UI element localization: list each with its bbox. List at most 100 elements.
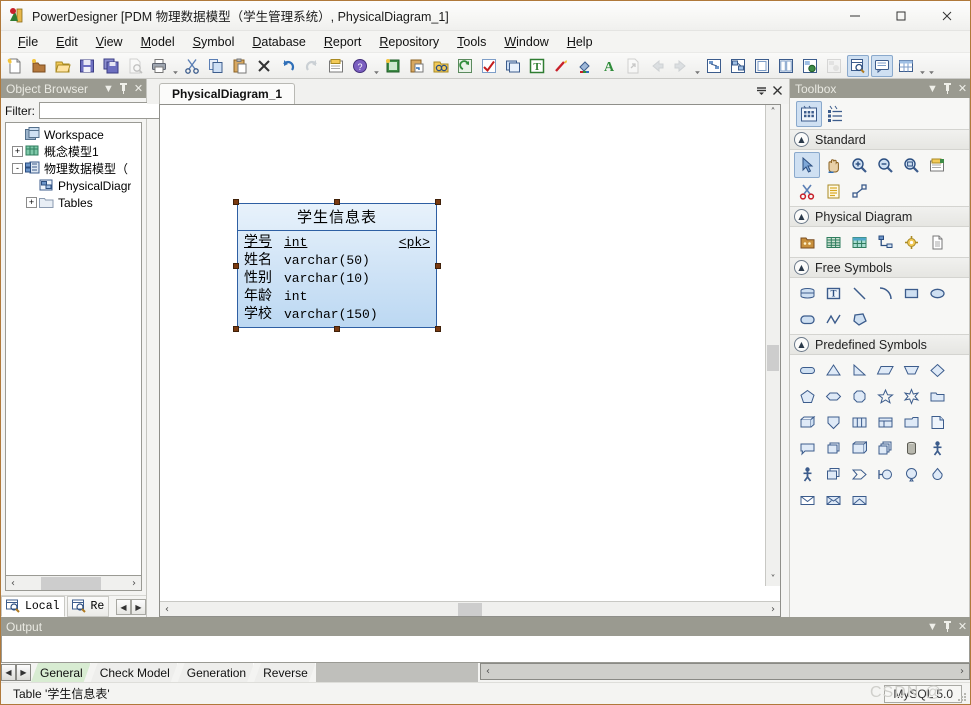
menu-file[interactable]: File <box>9 33 47 51</box>
paste-icon[interactable] <box>229 55 251 77</box>
package-icon[interactable] <box>794 229 820 255</box>
expander-minus-icon[interactable]: - <box>12 163 23 174</box>
print-icon[interactable] <box>148 55 170 77</box>
chevron-down-icon[interactable]: ▼ <box>925 618 940 635</box>
resize-handle-n[interactable] <box>334 199 340 205</box>
table-symbol-student-info[interactable]: 学生信息表 学号 int <pk> 姓名 varchar(50) 性别 varc… <box>233 199 441 332</box>
scroll-left-arrow[interactable]: ‹ <box>160 603 174 616</box>
split-view-icon[interactable] <box>775 55 797 77</box>
canvas-hscrollbar[interactable]: ‹ › <box>160 601 780 616</box>
scroll-thumb[interactable] <box>458 602 482 616</box>
copy-icon[interactable] <box>205 55 227 77</box>
expander-plus-icon[interactable]: + <box>26 197 37 208</box>
menu-tools[interactable]: Tools <box>448 33 495 51</box>
close-icon[interactable]: ✕ <box>955 80 970 97</box>
pointer-icon[interactable] <box>794 152 820 178</box>
scroll-track[interactable] <box>174 602 766 616</box>
pdm-view-icon[interactable] <box>727 55 749 77</box>
minimize-button[interactable] <box>832 1 878 31</box>
close-icon[interactable]: ✕ <box>131 80 146 97</box>
scroll-right-arrow[interactable]: › <box>766 603 780 616</box>
paste-object-icon[interactable] <box>406 55 428 77</box>
output-tab-generation[interactable]: Generation <box>178 663 254 682</box>
print-preview-icon[interactable] <box>124 55 146 77</box>
find-object-icon[interactable] <box>430 55 452 77</box>
tree-node-workspace[interactable]: Workspace <box>9 126 141 143</box>
properties-icon[interactable] <box>325 55 347 77</box>
tree-node-cdm[interactable]: + 概念模型1 <box>9 143 141 160</box>
scroll-down-arrow[interactable]: ˅ <box>766 572 780 586</box>
folder-symbol-icon[interactable] <box>924 383 950 409</box>
nav-left-icon[interactable]: ◀ <box>116 599 131 615</box>
browser-tab-local[interactable]: Local <box>1 596 65 617</box>
arc-symbol-icon[interactable] <box>872 280 898 306</box>
resize-handle-se[interactable] <box>435 326 441 332</box>
star6-symbol-icon[interactable] <box>898 383 924 409</box>
pin-icon[interactable] <box>940 618 955 635</box>
star4-symbol-icon[interactable] <box>872 383 898 409</box>
scroll-right-arrow[interactable]: › <box>127 577 141 590</box>
scroll-left-arrow[interactable]: ‹ <box>481 665 495 678</box>
open-folder-icon[interactable] <box>52 55 74 77</box>
toolbox-section-standard[interactable]: ▲ Standard <box>790 129 969 150</box>
columns-symbol-icon[interactable] <box>846 409 872 435</box>
brush-icon[interactable] <box>550 55 572 77</box>
trapezoid-symbol-icon[interactable] <box>898 357 924 383</box>
scroll-up-arrow[interactable]: ˄ <box>766 105 780 119</box>
help-icon[interactable]: ? <box>349 55 371 77</box>
envelope-symbol-icon[interactable] <box>794 487 820 513</box>
zoom-out-icon[interactable] <box>872 152 898 178</box>
resize-handle-ne[interactable] <box>435 199 441 205</box>
layers-symbol-icon[interactable] <box>820 461 846 487</box>
procedure-icon[interactable] <box>898 229 924 255</box>
chevron-down-icon[interactable]: ▼ <box>101 80 116 97</box>
resize-grip-icon[interactable] <box>956 691 968 703</box>
pentagon-symbol-icon[interactable] <box>794 383 820 409</box>
right-triangle-symbol-icon[interactable] <box>846 357 872 383</box>
rectangle-symbol-icon[interactable] <box>898 280 924 306</box>
diamond-symbol-icon[interactable] <box>924 357 950 383</box>
cut-icon[interactable] <box>181 55 203 77</box>
delete-icon[interactable] <box>253 55 275 77</box>
hexagon-flat-symbol-icon[interactable] <box>820 383 846 409</box>
output-tab-general[interactable]: General <box>31 663 91 682</box>
close-icon[interactable] <box>769 82 785 98</box>
preview-disabled-icon[interactable] <box>823 55 845 77</box>
zoom-fit-icon[interactable] <box>898 152 924 178</box>
menu-report[interactable]: Report <box>315 33 371 51</box>
toolbar-separator[interactable] <box>918 55 927 77</box>
window-symbol-icon[interactable] <box>872 409 898 435</box>
view-table-icon[interactable] <box>846 229 872 255</box>
tree-node-pdm[interactable]: - 物理数据模型（ <box>9 160 141 177</box>
close-button[interactable] <box>924 1 970 31</box>
arrow-pentagon-symbol-icon[interactable] <box>846 461 872 487</box>
nav-left-icon[interactable]: ◀ <box>1 664 16 681</box>
scroll-thumb[interactable] <box>767 345 779 371</box>
triangle-symbol-icon[interactable] <box>820 357 846 383</box>
toolbar-separator[interactable] <box>693 55 702 77</box>
polyline-symbol-icon[interactable] <box>820 306 846 332</box>
capsule-symbol-icon[interactable] <box>794 357 820 383</box>
open-folder-symbol-icon[interactable] <box>898 409 924 435</box>
check-model-icon[interactable] <box>478 55 500 77</box>
stack-symbol-icon[interactable] <box>820 435 846 461</box>
octagon-symbol-icon[interactable] <box>846 383 872 409</box>
balloon-symbol-icon[interactable] <box>898 461 924 487</box>
new-diagram-icon[interactable] <box>382 55 404 77</box>
save-icon[interactable] <box>76 55 98 77</box>
menu-symbol[interactable]: Symbol <box>184 33 244 51</box>
scissors-icon[interactable] <box>794 178 820 204</box>
parallelogram-symbol-icon[interactable] <box>872 357 898 383</box>
browser-hscrollbar[interactable]: ‹ › <box>5 576 142 591</box>
undo-icon[interactable] <box>277 55 299 77</box>
resize-handle-sw[interactable] <box>233 326 239 332</box>
zoom-in-icon[interactable] <box>846 152 872 178</box>
object-tree[interactable]: Workspace + 概念模型1 - 物理数据模型（ PhysicalDiag… <box>5 122 142 576</box>
note-properties-icon[interactable] <box>924 152 950 178</box>
menu-window[interactable]: Window <box>495 33 557 51</box>
toolbox-section-predefined-symbols[interactable]: ▲ Predefined Symbols <box>790 334 969 355</box>
note-icon[interactable] <box>820 178 846 204</box>
forward-arrow-icon[interactable] <box>670 55 692 77</box>
scroll-track[interactable] <box>495 665 955 678</box>
toolbox-section-free-symbols[interactable]: ▲ Free Symbols <box>790 257 969 278</box>
